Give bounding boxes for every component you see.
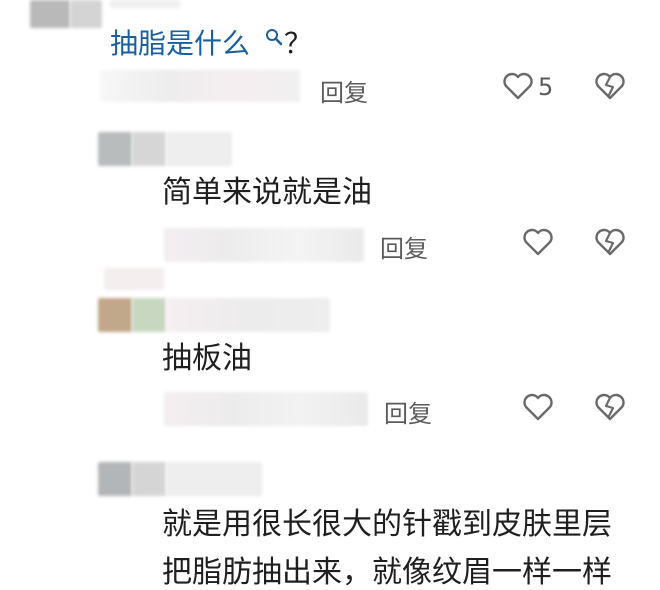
avatar	[132, 462, 166, 496]
timestamp	[164, 392, 368, 426]
avatar	[104, 268, 164, 290]
comment-text: 抽板油	[162, 341, 252, 376]
reply-button[interactable]: 回复	[380, 229, 428, 264]
avatar	[98, 462, 132, 496]
like-icon[interactable]	[522, 227, 554, 257]
dislike-icon[interactable]	[594, 392, 626, 422]
avatar	[98, 298, 132, 332]
avatar	[98, 132, 132, 166]
avatar	[70, 0, 102, 28]
avatar	[30, 0, 70, 28]
comment-text-line-1: 就是用很长很大的针戳到皮肤里层	[162, 507, 612, 542]
username	[166, 298, 330, 332]
search-icon[interactable]	[264, 27, 284, 47]
timestamp	[164, 228, 364, 262]
comment-1: 抽脂是什么 ？ 回复 5	[0, 0, 660, 120]
avatar	[132, 132, 166, 166]
username	[166, 132, 232, 166]
like-icon[interactable]	[502, 71, 534, 101]
reply-button[interactable]: 回复	[384, 394, 432, 429]
dislike-icon[interactable]	[594, 71, 626, 101]
like-count: 5	[538, 73, 554, 101]
reply-button[interactable]: 回复	[320, 73, 368, 108]
comment-2: 简单来说就是油 回复	[0, 128, 660, 268]
comment-text-line-2: 把脂肪抽出来，就像纹眉一样一样	[162, 555, 612, 590]
comment-text: 简单来说就是油	[162, 175, 372, 210]
search-link[interactable]: 抽脂是什么	[110, 22, 250, 62]
question-mark: ？	[284, 27, 313, 60]
username	[166, 462, 262, 496]
avatar	[132, 298, 166, 332]
username	[110, 0, 180, 8]
timestamp	[100, 70, 300, 102]
comment-4: 就是用很长很大的针戳到皮肤里层 把脂肪抽出来，就像纹眉一样一样	[0, 446, 660, 588]
dislike-icon[interactable]	[594, 227, 626, 257]
comment-3: 抽板油 回复	[0, 268, 660, 436]
like-icon[interactable]	[522, 392, 554, 422]
